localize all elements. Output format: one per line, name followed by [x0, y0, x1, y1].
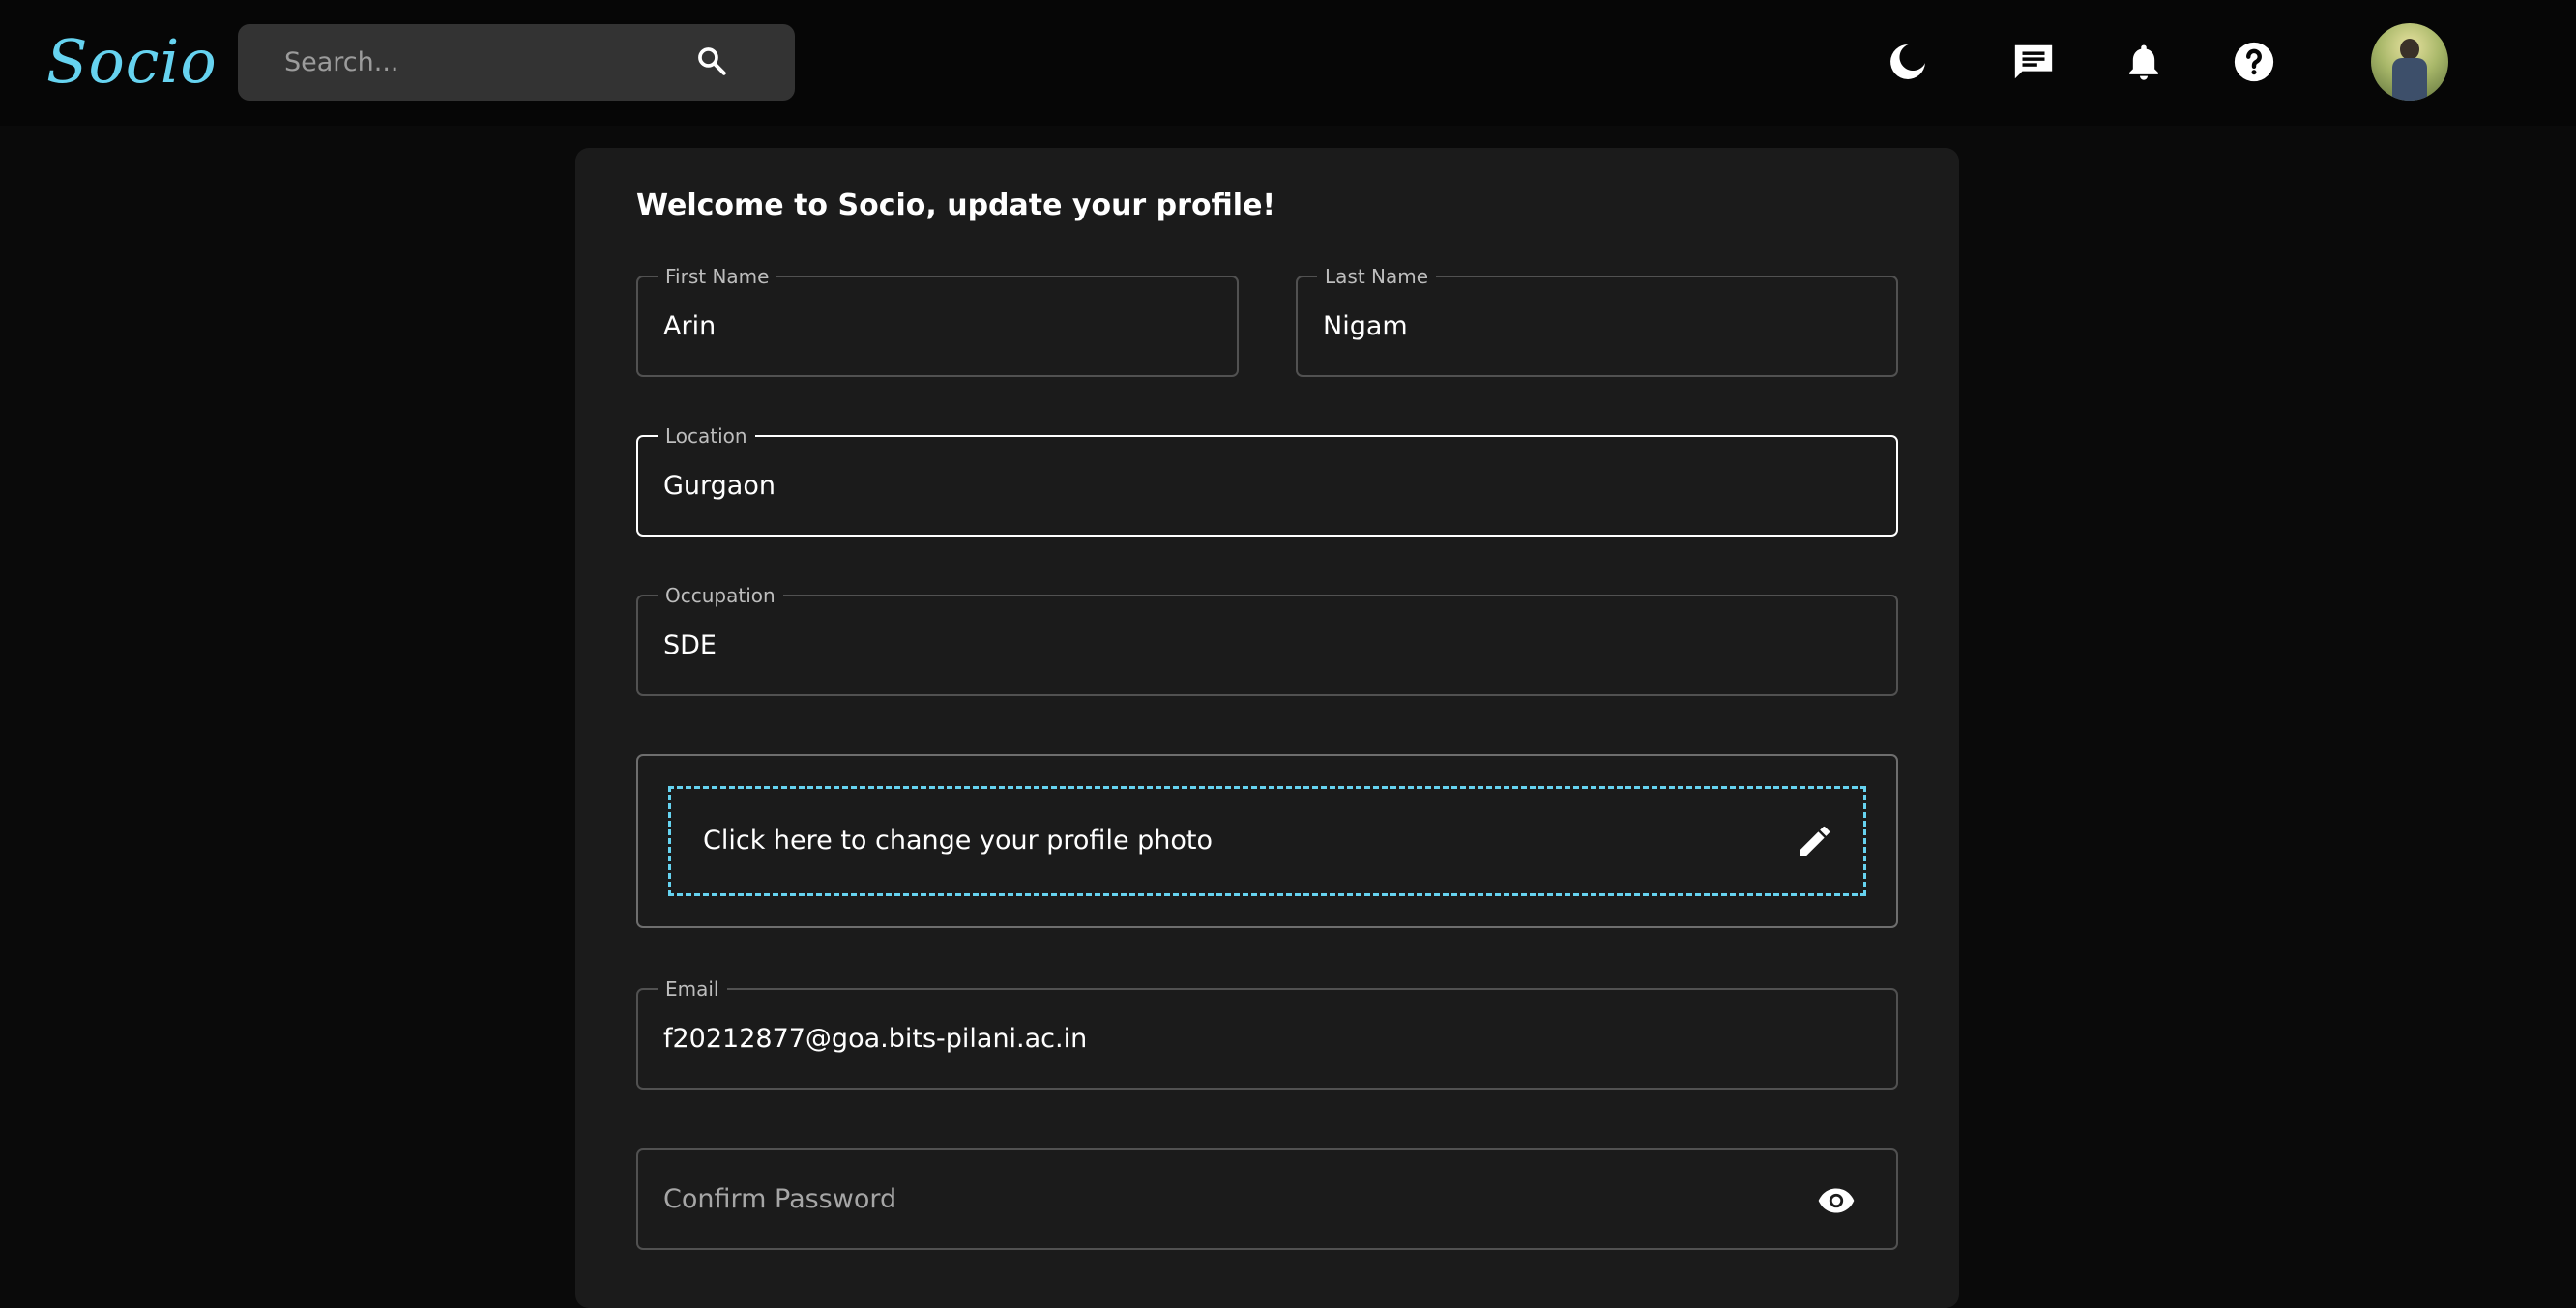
confirm-password-placeholder[interactable]: Confirm Password	[663, 1150, 896, 1248]
search-input[interactable]	[238, 24, 654, 101]
app-logo[interactable]: Socio	[46, 23, 218, 101]
last-name-field[interactable]: Last Name Nigam	[1296, 266, 1898, 377]
user-avatar[interactable]	[2371, 23, 2448, 101]
first-name-field[interactable]: First Name Arin	[636, 266, 1239, 377]
toggle-password-visibility[interactable]	[1817, 1181, 1856, 1220]
search-button[interactable]	[685, 41, 739, 81]
form-title: Welcome to Socio, update your profile!	[636, 189, 1276, 222]
eye-icon	[1818, 1188, 1855, 1213]
help-icon	[2234, 42, 2274, 82]
email-value[interactable]: f20212877@goa.bits-pilani.ac.in	[663, 990, 1087, 1088]
occupation-value[interactable]: SDE	[663, 596, 717, 694]
profile-photo-dropzone[interactable]: Click here to change your profile photo	[668, 786, 1866, 896]
first-name-value[interactable]: Arin	[663, 277, 716, 375]
dark-mode-moon-icon	[1890, 44, 1925, 79]
occupation-field[interactable]: Occupation SDE	[636, 585, 1898, 696]
confirm-password-field[interactable]: Confirm Password	[636, 1148, 1898, 1250]
messages-button[interactable]	[2005, 33, 2063, 91]
help-button[interactable]	[2225, 33, 2283, 91]
search-icon	[698, 47, 726, 75]
dark-mode-toggle[interactable]	[1879, 33, 1937, 91]
message-icon	[2014, 44, 2053, 79]
last-name-value[interactable]: Nigam	[1323, 277, 1408, 375]
profile-form-card: Welcome to Socio, update your profile! F…	[575, 148, 1959, 1308]
navbar: Socio	[0, 0, 2576, 126]
profile-photo-prompt: Click here to change your profile photo	[703, 826, 1214, 856]
location-value[interactable]: Gurgaon	[663, 437, 776, 535]
notifications-bell-icon	[2129, 44, 2158, 80]
avatar-body	[2392, 58, 2427, 101]
edit-pencil-icon[interactable]	[1796, 822, 1834, 860]
email-field[interactable]: Email f20212877@goa.bits-pilani.ac.in	[636, 978, 1898, 1090]
profile-photo-section: Click here to change your profile photo	[636, 754, 1898, 928]
location-field[interactable]: Location Gurgaon	[636, 425, 1898, 537]
notifications-button[interactable]	[2115, 33, 2173, 91]
avatar-head	[2400, 39, 2419, 60]
